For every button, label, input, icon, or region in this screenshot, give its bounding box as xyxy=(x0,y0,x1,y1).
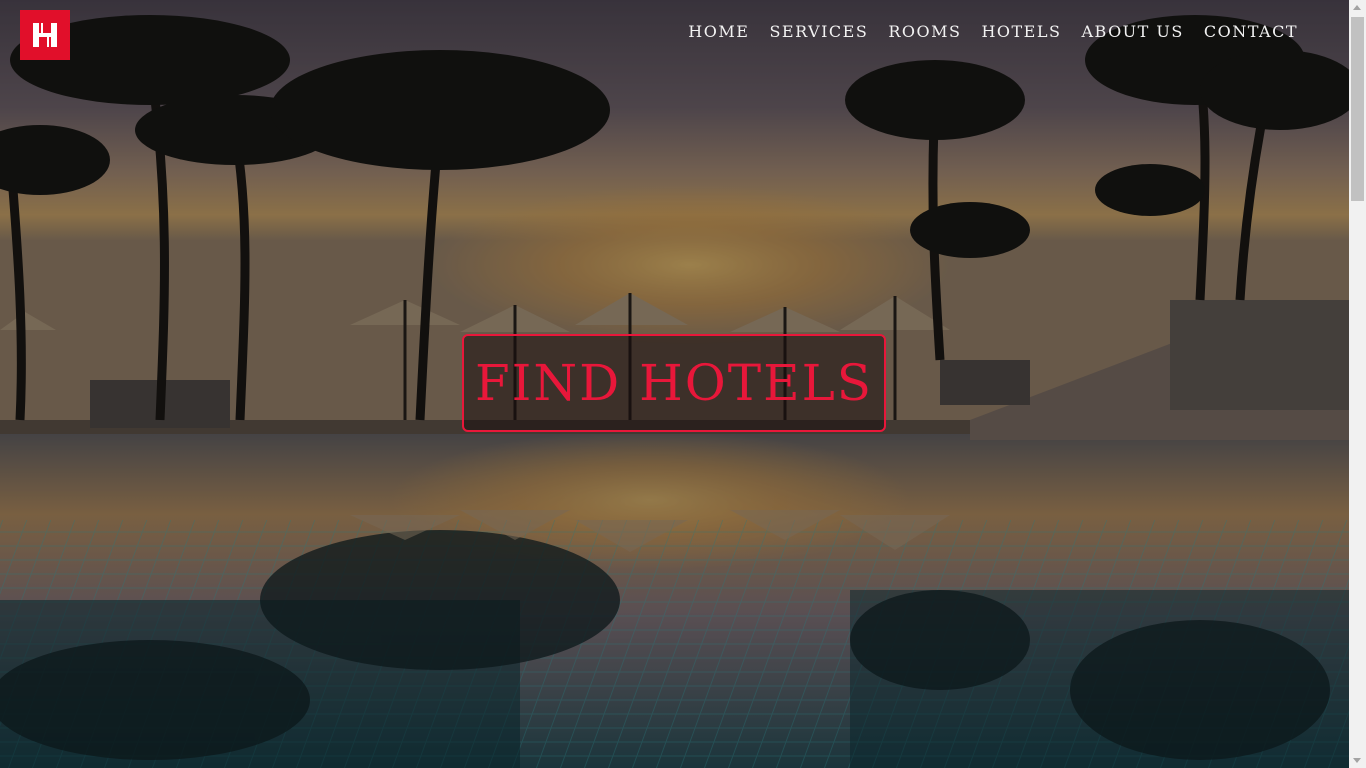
scroll-up-arrow-icon[interactable] xyxy=(1353,5,1361,10)
nav-item-home[interactable]: HOME xyxy=(678,22,759,42)
scrollbar-thumb[interactable] xyxy=(1351,17,1364,201)
page-scrollbar[interactable] xyxy=(1349,0,1366,768)
hotel-h-logo-icon xyxy=(33,23,57,47)
nav-item-about-us[interactable]: ABOUT US xyxy=(1071,22,1193,42)
hero-section: HOME SERVICES ROOMS HOTELS ABOUT US CONT… xyxy=(0,0,1349,768)
nav-item-rooms[interactable]: ROOMS xyxy=(878,22,971,42)
brand-logo[interactable] xyxy=(20,10,70,60)
nav-item-hotels[interactable]: HOTELS xyxy=(971,22,1071,42)
page: HOME SERVICES ROOMS HOTELS ABOUT US CONT… xyxy=(0,0,1366,768)
find-hotels-button[interactable]: FIND HOTELS xyxy=(462,334,886,432)
nav-item-contact[interactable]: CONTACT xyxy=(1194,22,1308,42)
main-nav: HOME SERVICES ROOMS HOTELS ABOUT US CONT… xyxy=(678,22,1308,42)
find-hotels-label: FIND HOTELS xyxy=(474,354,874,412)
scroll-down-arrow-icon[interactable] xyxy=(1353,758,1361,763)
nav-item-services[interactable]: SERVICES xyxy=(759,22,878,42)
